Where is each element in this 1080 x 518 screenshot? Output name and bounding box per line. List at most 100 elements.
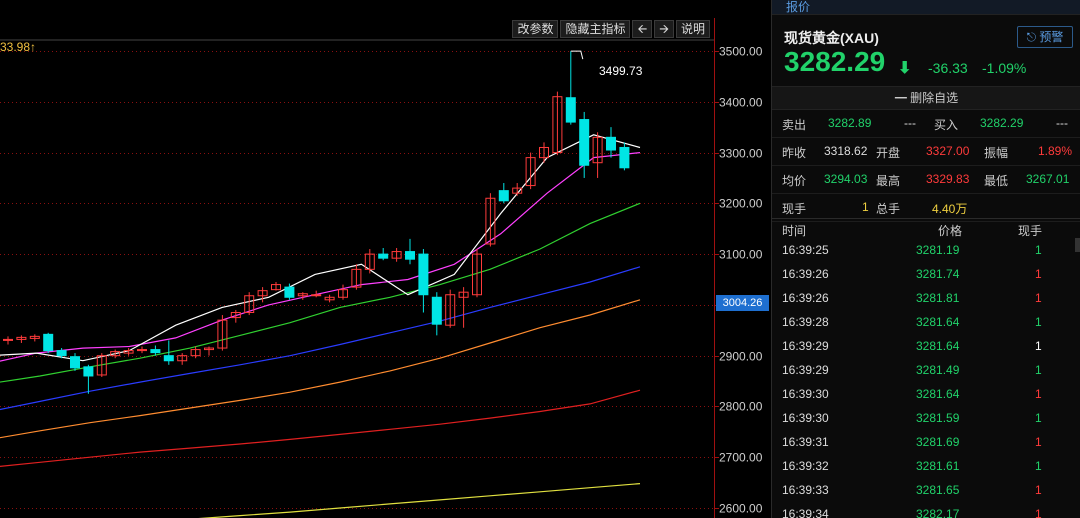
- candle-body: [405, 251, 415, 260]
- y-tick-label: 3400.00: [719, 96, 763, 110]
- tick-time: 16:39:29: [782, 363, 829, 377]
- candle-body: [619, 146, 630, 169]
- y-tick-label: 2900.00: [719, 350, 763, 364]
- ticks-header-price: 价格: [938, 224, 963, 238]
- tick-row: 16:39:29 3281.49 1: [772, 358, 1080, 382]
- tick-volume: 1: [1035, 291, 1042, 305]
- candle-body: [163, 355, 174, 362]
- ticks-list[interactable]: 16:39:25 3281.19 1 16:39:26 3281.74 1 16:39:26…: [772, 238, 1080, 518]
- avg-value: 3294.03: [824, 172, 868, 186]
- buy-price: 3282.29: [980, 116, 1024, 130]
- candle-body: [579, 119, 590, 166]
- amplitude-value: 1.89%: [1038, 144, 1073, 158]
- alert-button[interactable]: ⎋ 预警: [1017, 26, 1073, 48]
- ticks-header-vol: 现手: [1018, 224, 1043, 238]
- tick-row: 16:39:26 3281.74 1: [772, 262, 1080, 286]
- quote-grid: 卖出 3282.89 --- 买入 3282.29 --- 昨收 3318.62…: [772, 110, 1080, 222]
- high-label: 最高: [876, 174, 901, 188]
- candle-body: [418, 253, 429, 296]
- high-marker-line: [570, 50, 584, 60]
- price-change-percent: -1.09%: [982, 60, 1027, 76]
- candle-body: [606, 136, 616, 151]
- tick-row: 16:39:25 3281.19 1: [772, 238, 1080, 262]
- last-price-tag: 3004.26: [716, 295, 769, 311]
- candle-body: [431, 296, 442, 325]
- tick-row: 16:39:26 3281.81 1: [772, 286, 1080, 310]
- candle-body: [83, 366, 94, 377]
- tick-volume: 1: [1035, 315, 1042, 329]
- bell-icon: ⎋: [1026, 30, 1037, 44]
- minus-icon: ━: [894, 91, 907, 105]
- tick-time: 16:39:31: [782, 435, 829, 449]
- candle-body: [70, 356, 80, 369]
- ma-line-ma250: [0, 389, 641, 467]
- tick-volume: 1: [1035, 339, 1042, 353]
- quote-row-avg: 均价 3294.03 最高 3329.83 最低 3267.01: [772, 166, 1080, 194]
- candle-body: [378, 253, 389, 259]
- tick-price: 3281.64: [916, 315, 960, 329]
- tick-volume: 1: [1035, 267, 1042, 281]
- tick-volume: 1: [1035, 243, 1042, 257]
- open-label: 开盘: [876, 146, 901, 160]
- tick-price: 3281.65: [916, 483, 960, 497]
- candle-body: [43, 333, 54, 352]
- arrow-left-icon[interactable]: 🡨: [632, 20, 653, 38]
- y-tick-label: 3300.00: [719, 147, 763, 161]
- symbol-name: 现货黄金(XAU): [784, 30, 879, 46]
- tick-row: 16:39:29 3281.64 1: [772, 334, 1080, 358]
- candle-body: [311, 294, 322, 297]
- tick-volume: 1: [1035, 387, 1042, 401]
- candle-body: [565, 97, 576, 123]
- y-tick-label: 3200.00: [719, 197, 763, 211]
- kline-chart-svg[interactable]: 3500.003400.003300.003200.003100.003000.…: [0, 0, 771, 518]
- tick-time: 16:39:25: [782, 243, 829, 257]
- tick-volume: 1: [1035, 363, 1042, 377]
- kline-chart[interactable]: 3500.003400.003300.003200.003100.003000.…: [0, 0, 771, 518]
- ma-line-ma120: [0, 299, 641, 439]
- last-price: 3282.29: [784, 46, 886, 77]
- candle-body: [56, 350, 67, 357]
- remove-favorite-label: 删除自选: [910, 91, 959, 105]
- candle-body: [284, 286, 295, 298]
- tick-volume: 1: [1035, 507, 1042, 518]
- tick-time: 16:39:30: [782, 387, 829, 401]
- tick-volume: 1: [1035, 411, 1042, 425]
- y-tick-label: 2800.00: [719, 400, 763, 414]
- y-tick-label: 3100.00: [719, 248, 763, 262]
- tick-price: 3281.69: [916, 435, 960, 449]
- tick-price: 3281.81: [916, 291, 960, 305]
- candle-body: [498, 190, 509, 202]
- tick-price: 3281.64: [916, 339, 960, 353]
- low-value: 3267.01: [1026, 172, 1070, 186]
- tab-quote-label: 报价: [786, 0, 811, 14]
- period-high-label: 3499.73: [599, 64, 643, 78]
- chart-toolbar: 改参数 隐藏主指标 🡨 🡪 说明: [510, 20, 710, 38]
- prev-close-label: 昨收: [782, 146, 807, 160]
- prev-close-value: 3318.62: [824, 144, 868, 158]
- tick-time: 16:39:26: [782, 267, 829, 281]
- arrow-down-icon: ⬇: [898, 60, 912, 77]
- arrow-right-icon[interactable]: 🡪: [654, 20, 674, 38]
- tick-time: 16:39:34: [782, 507, 829, 518]
- edit-params-button[interactable]: 改参数: [512, 20, 559, 38]
- tick-price: 3281.64: [916, 387, 960, 401]
- quote-row-bid-ask: 卖出 3282.89 --- 买入 3282.29 ---: [772, 110, 1080, 138]
- tick-price: 3281.49: [916, 363, 960, 377]
- tick-price: 3281.61: [916, 459, 960, 473]
- quote-row-prevclose: 昨收 3318.62 开盘 3327.00 振幅 1.89%: [772, 138, 1080, 166]
- tick-price: 3281.59: [916, 411, 960, 425]
- help-button[interactable]: 说明: [675, 20, 710, 38]
- sell-label: 卖出: [782, 118, 807, 132]
- remove-favorite-button[interactable]: ━ 删除自选: [772, 86, 1080, 110]
- tick-price: 3281.74: [916, 267, 960, 281]
- tick-volume: 1: [1035, 435, 1042, 449]
- tick-volume: 1: [1035, 483, 1042, 497]
- alert-label: 预警: [1039, 30, 1064, 44]
- tab-quote[interactable]: 报价: [772, 0, 1080, 15]
- tick-row: 16:39:30 3281.64 1: [772, 382, 1080, 406]
- hide-main-indicator-button[interactable]: 隐藏主指标: [560, 20, 631, 38]
- tick-row: 16:39:32 3281.61 1: [772, 454, 1080, 478]
- tick-price: 3282.17: [916, 507, 960, 518]
- y-tick-label: 2600.00: [719, 502, 763, 516]
- ticks-header-time: 时间: [782, 224, 807, 238]
